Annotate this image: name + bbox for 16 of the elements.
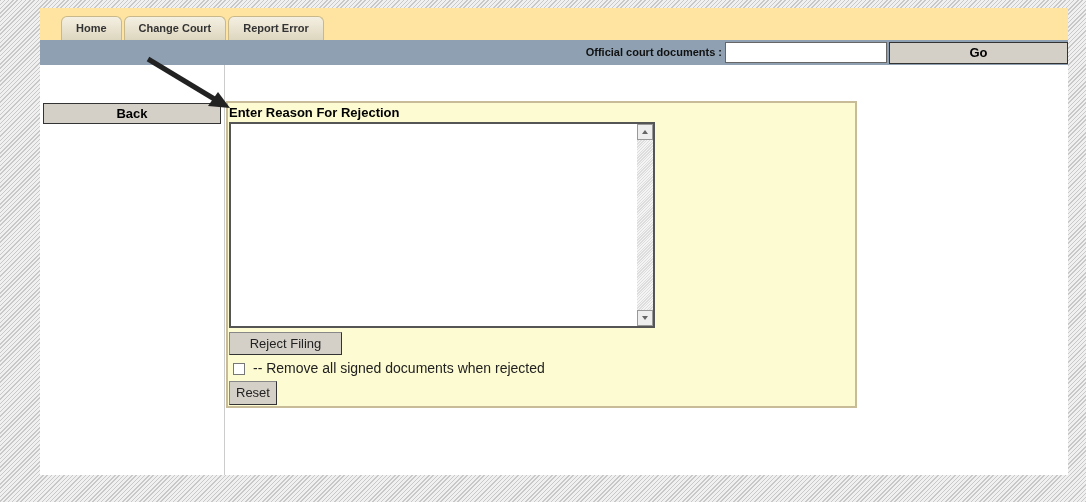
- form-title: Enter Reason For Rejection: [229, 104, 400, 122]
- nav-tab[interactable]: Home: [61, 16, 122, 40]
- back-button[interactable]: Back: [43, 103, 221, 124]
- nav-tab[interactable]: Change Court: [123, 16, 227, 40]
- search-field[interactable]: [725, 42, 887, 63]
- go-button[interactable]: Go: [889, 41, 1068, 64]
- scrollbar[interactable]: [637, 124, 653, 326]
- nav-tab[interactable]: Report Error: [228, 16, 324, 40]
- reason-text-area[interactable]: [229, 122, 655, 328]
- reject-filing-button[interactable]: Reject Filing: [229, 331, 342, 356]
- search-label: Official court documents :: [585, 45, 722, 61]
- scroll-up-icon[interactable]: [637, 124, 653, 140]
- remove-documents-checkbox[interactable]: [233, 362, 245, 375]
- reset-button[interactable]: Reset: [229, 381, 277, 405]
- scroll-down-icon[interactable]: [637, 309, 653, 326]
- remove-documents-label: -- Remove all signed documents when rejected: [253, 359, 545, 379]
